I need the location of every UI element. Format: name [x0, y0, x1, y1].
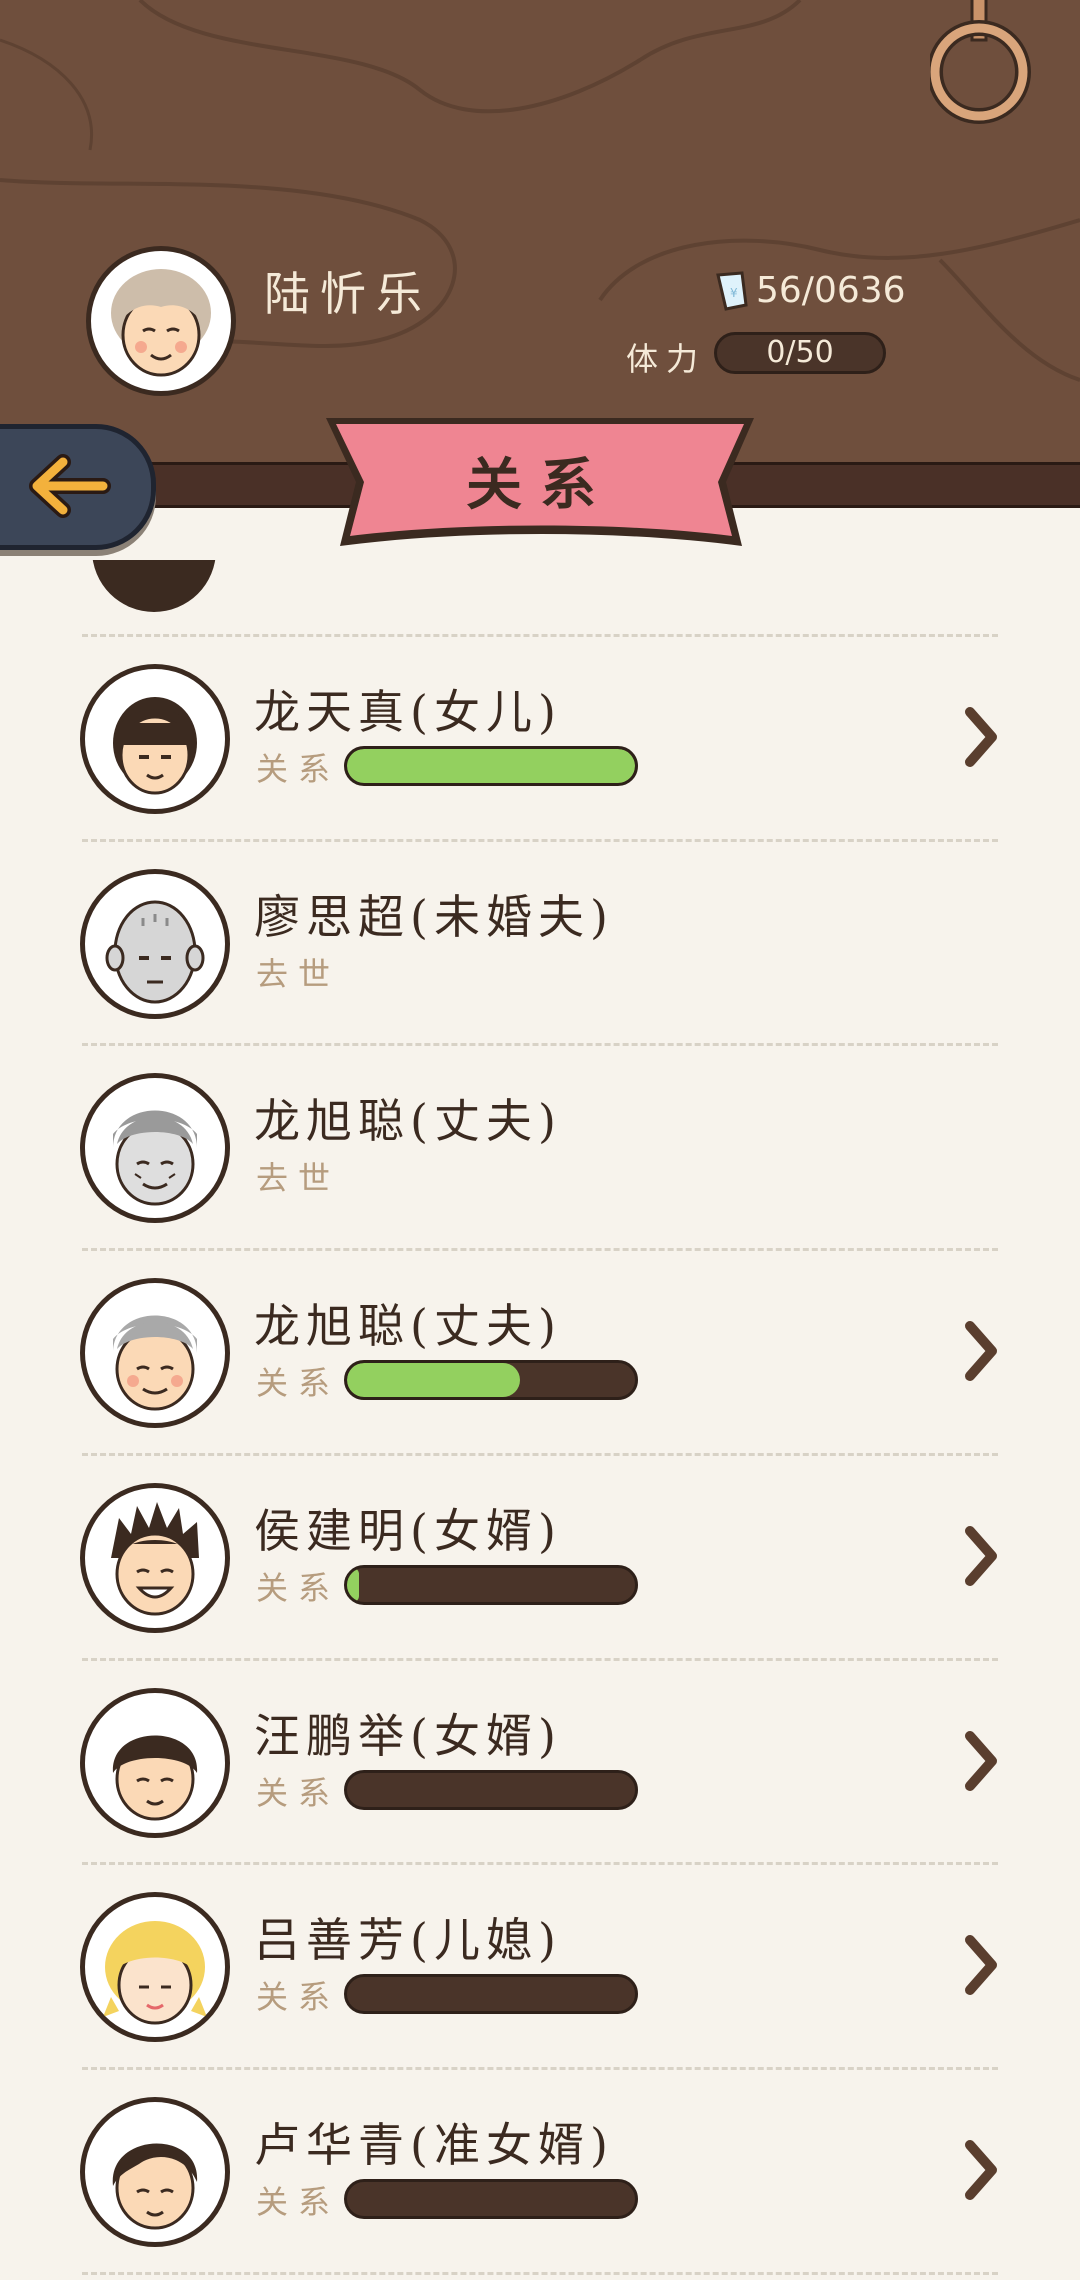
- relation-row: 廖思超(未婚夫) 去世: [0, 841, 1080, 1045]
- relation-progress-bar: [344, 1770, 638, 1810]
- avatar: [80, 1892, 230, 2042]
- relation-progress-fill: [347, 1568, 359, 1602]
- relation-row[interactable]: 龙旭聪(丈夫) 关系: [0, 1250, 1080, 1454]
- chevron-right-icon[interactable]: [956, 702, 1006, 772]
- relation-row[interactable]: 侯建明(女婿) 关系: [0, 1455, 1080, 1659]
- relation-name: 龙旭聪(丈夫): [254, 1299, 562, 1353]
- player-name: 陆忻乐: [264, 267, 432, 321]
- avatar: [80, 869, 230, 1019]
- relation-progress-bar: [344, 1565, 638, 1605]
- money-display: ¥ 56/0636: [712, 270, 906, 311]
- row-divider: [82, 2272, 998, 2275]
- relation-row[interactable]: 龙天真(女儿) 关系: [0, 636, 1080, 840]
- relation-name: 龙天真(女儿): [254, 685, 562, 739]
- relation-status: 关系: [256, 1774, 341, 1812]
- avatar: [80, 1483, 230, 1633]
- relation-progress-fill: [347, 749, 635, 783]
- relation-name: 吕善芳(儿媳): [254, 1913, 562, 1967]
- chevron-right-icon[interactable]: [956, 1726, 1006, 1796]
- relation-name: 廖思超(未婚夫): [254, 890, 614, 944]
- page-title: 关系: [466, 452, 614, 518]
- relation-status: 关系: [256, 2183, 341, 2221]
- relation-row[interactable]: 汪鹏举(女婿) 关系: [0, 1660, 1080, 1864]
- avatar: [80, 1278, 230, 1428]
- money-value: 56/0636: [756, 270, 906, 311]
- relation-progress-bar: [344, 1974, 638, 2014]
- relation-name: 卢华青(准女婿): [254, 2118, 614, 2172]
- relation-progress-bar: [344, 746, 638, 786]
- back-button[interactable]: [0, 424, 156, 550]
- relation-row[interactable]: 卢华青(准女婿) 关系: [0, 2069, 1080, 2273]
- avatar: [80, 2097, 230, 2247]
- avatar: [80, 664, 230, 814]
- arrow-left-icon: [29, 454, 111, 518]
- relation-status: 去世: [256, 955, 341, 993]
- ticket-icon: ¥: [716, 270, 748, 311]
- relation-row: 龙旭聪(丈夫) 去世: [0, 1045, 1080, 1249]
- relation-row[interactable]: 吕善芳(儿媳) 关系: [0, 1864, 1080, 2068]
- chevron-right-icon[interactable]: [956, 1316, 1006, 1386]
- relation-progress-fill: [347, 1363, 520, 1397]
- chevron-right-icon[interactable]: [956, 2135, 1006, 2205]
- stamina-bar: 0/50: [714, 332, 886, 374]
- relation-status: 关系: [256, 750, 341, 788]
- player-avatar[interactable]: [86, 246, 236, 396]
- hanging-ring-icon[interactable]: [930, 0, 1040, 140]
- relation-status: 关系: [256, 1978, 341, 2016]
- relation-status: 关系: [256, 1364, 341, 1402]
- stamina-label: 体力: [626, 340, 707, 378]
- chevron-right-icon[interactable]: [956, 1521, 1006, 1591]
- relation-progress-bar: [344, 1360, 638, 1400]
- svg-text:¥: ¥: [730, 286, 738, 300]
- avatar: [80, 1688, 230, 1838]
- relation-progress-bar: [344, 2179, 638, 2219]
- relation-name: 侯建明(女婿): [254, 1504, 562, 1558]
- relation-name: 汪鹏举(女婿): [254, 1709, 562, 1763]
- avatar: [80, 1073, 230, 1223]
- relation-status: 关系: [256, 1569, 341, 1607]
- relation-status: 去世: [256, 1159, 341, 1197]
- relation-name: 龙旭聪(丈夫): [254, 1094, 562, 1148]
- chevron-right-icon[interactable]: [956, 1930, 1006, 2000]
- avatar-partial: [92, 560, 216, 612]
